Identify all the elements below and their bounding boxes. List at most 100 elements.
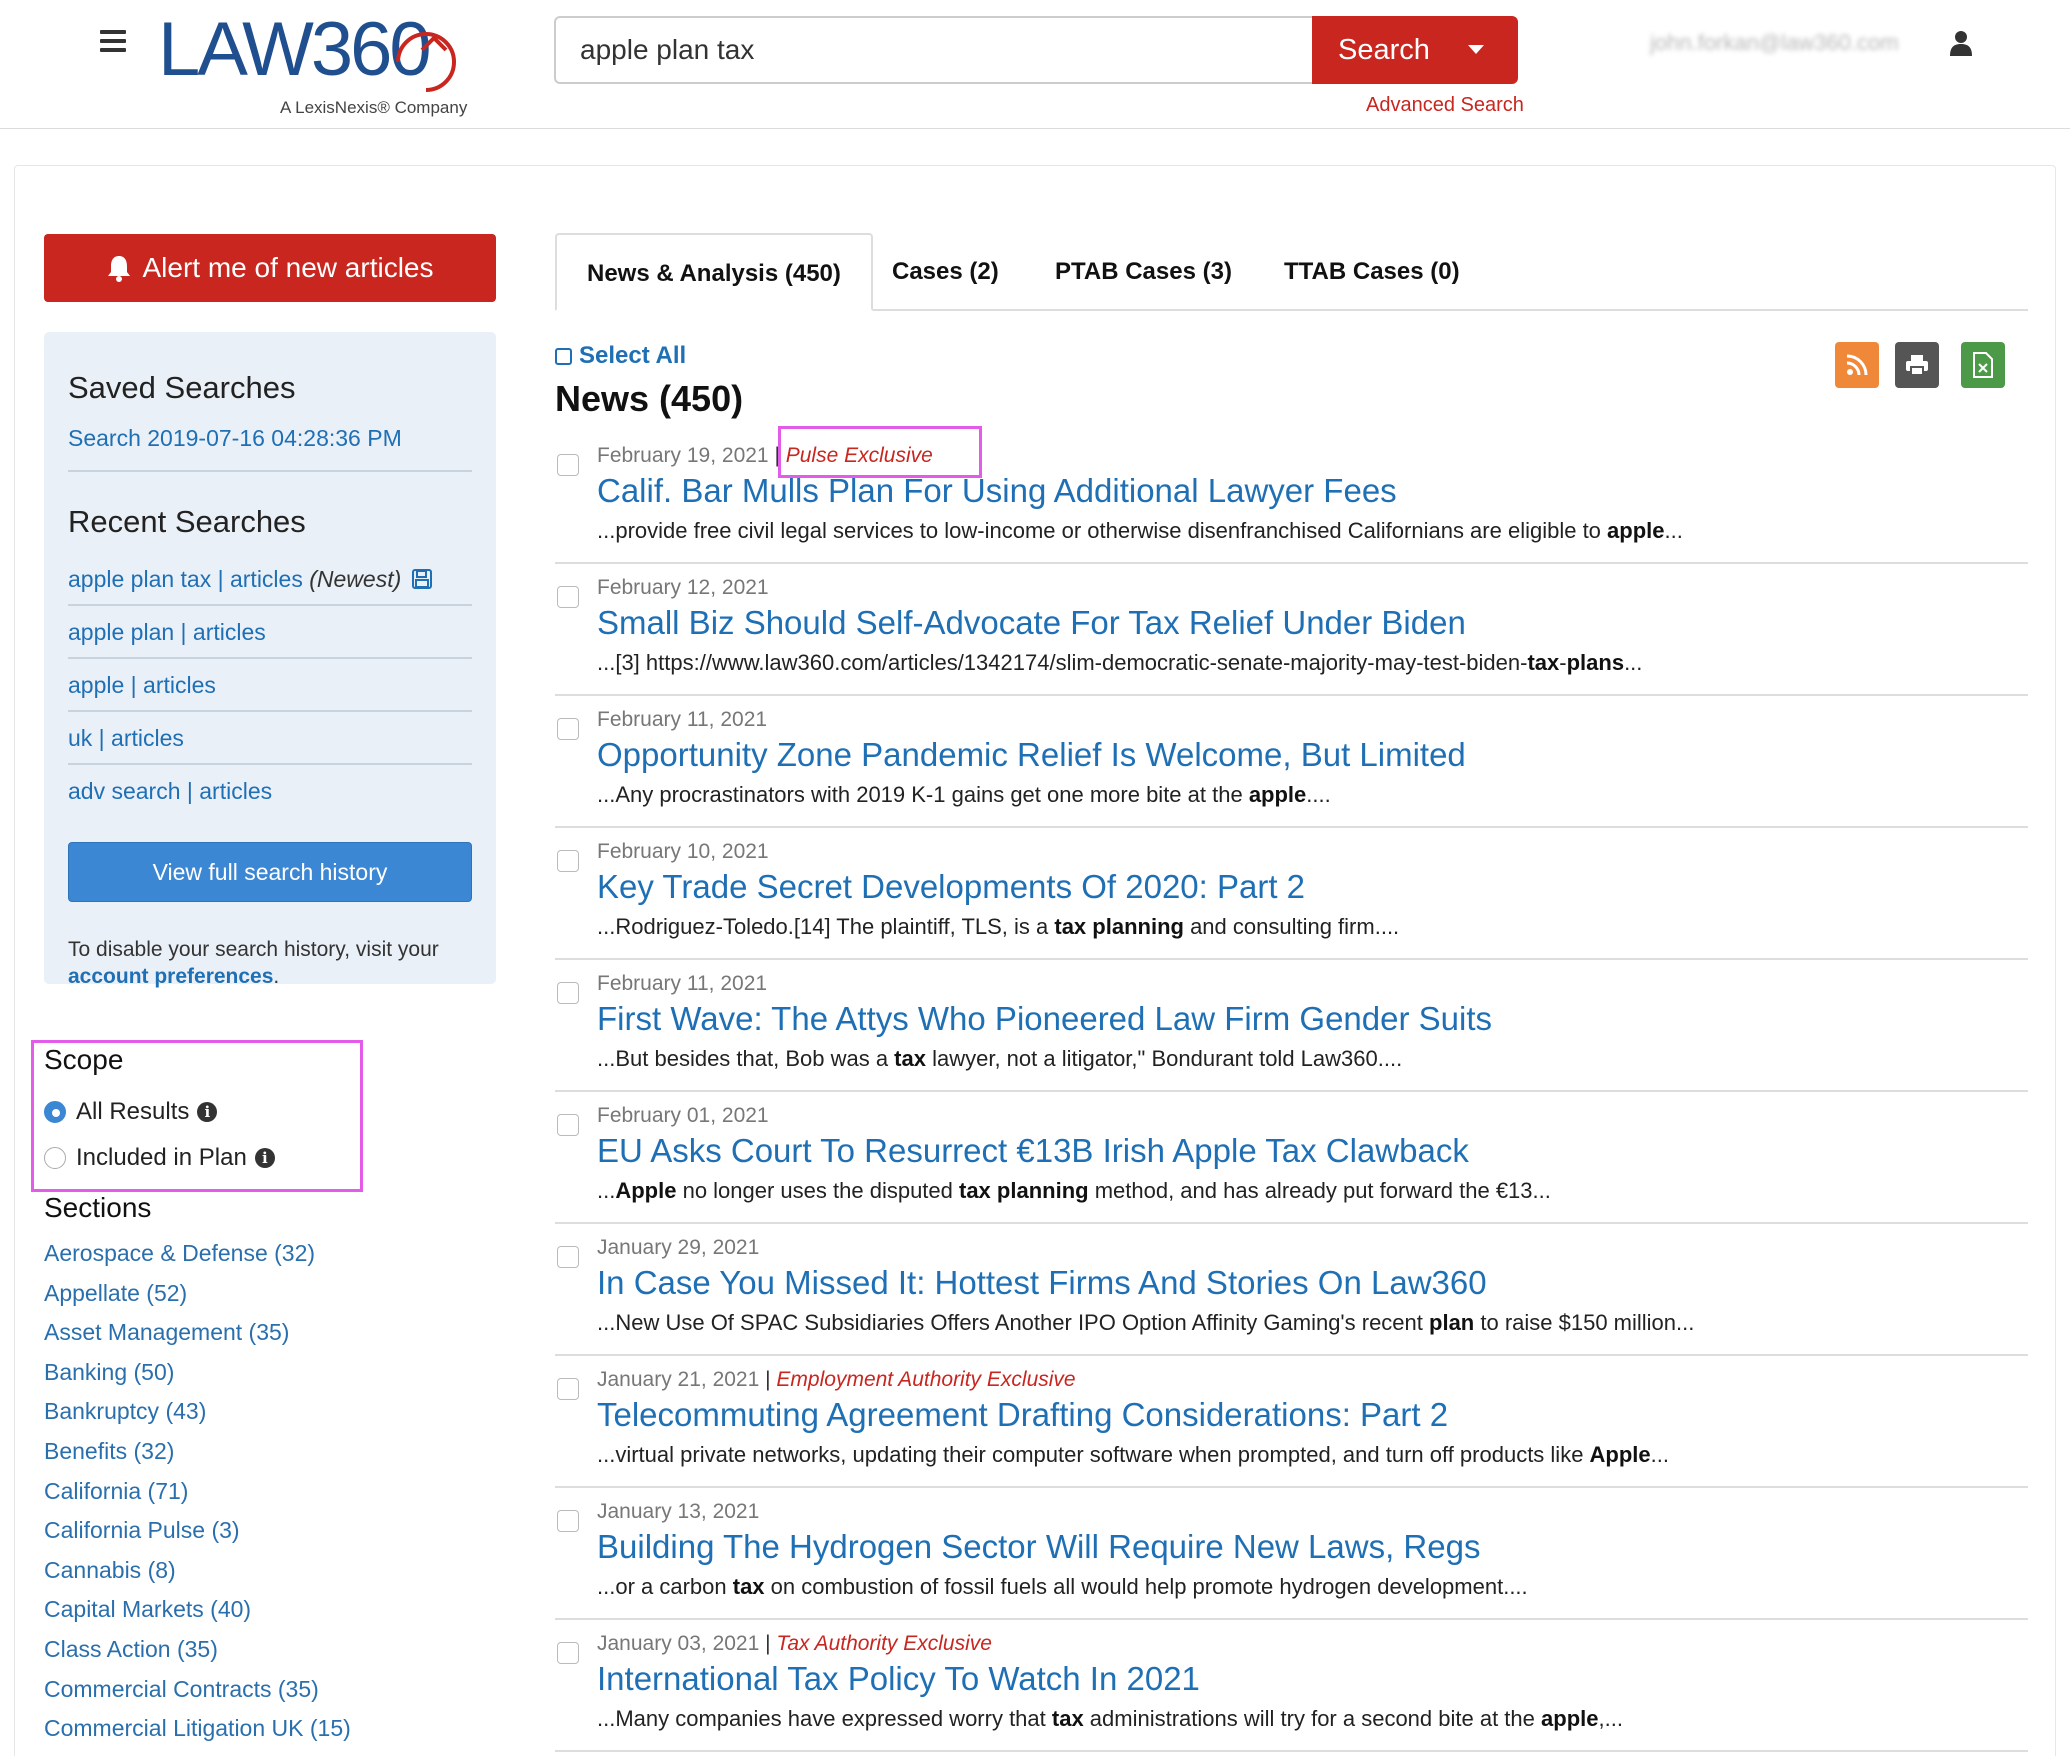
- result-checkbox[interactable]: [557, 982, 579, 1004]
- exclusive-label[interactable]: Tax Authority Exclusive: [776, 1632, 992, 1655]
- recent-search-item[interactable]: adv search | articles: [68, 765, 472, 818]
- chevron-down-icon[interactable]: [1468, 45, 1484, 54]
- account-preferences-link[interactable]: account preferences: [68, 965, 273, 988]
- view-history-button[interactable]: View full search history: [68, 842, 472, 902]
- save-icon[interactable]: [411, 569, 432, 589]
- result-meta: February 11, 2021: [597, 972, 767, 996]
- select-all-checkbox[interactable]: Select All: [555, 342, 686, 370]
- snippet-text: on combustion of fossil fuels all would …: [764, 1574, 1528, 1599]
- search-button[interactable]: Search: [1312, 16, 1518, 84]
- section-link[interactable]: Commercial Contracts (35): [44, 1672, 351, 1712]
- saved-search-item[interactable]: Search 2019-07-16 04:28:36 PM: [68, 425, 472, 472]
- result-title-link[interactable]: First Wave: The Attys Who Pioneered Law …: [597, 1000, 1492, 1038]
- result-snippet: ...or a carbon tax on combustion of foss…: [597, 1574, 1528, 1600]
- recent-search-item[interactable]: uk | articles: [68, 712, 472, 765]
- snippet-match: tax: [1054, 914, 1087, 939]
- radio-unchecked-icon[interactable]: [44, 1147, 66, 1169]
- recent-search-item[interactable]: apple | articles: [68, 659, 472, 712]
- snippet-match: Apple: [1589, 1442, 1651, 1467]
- result-item: February 11, 2021 Opportunity Zone Pandem…: [555, 696, 2028, 828]
- tab-ttab-cases[interactable]: TTAB Cases (0): [1284, 233, 1460, 311]
- info-icon[interactable]: i: [197, 1102, 218, 1122]
- tab-ptab-cases[interactable]: PTAB Cases (3): [1055, 233, 1232, 311]
- result-title-link[interactable]: Opportunity Zone Pandemic Relief Is Welc…: [597, 736, 1466, 774]
- radio-checked-icon[interactable]: [44, 1101, 66, 1123]
- result-snippet: ...Rodriguez-Toledo.[14] The plaintiff, …: [597, 914, 1399, 940]
- recent-search-item[interactable]: apple plan | articles: [68, 606, 472, 659]
- result-item: January 03, 2021 | Tax Authority Exclusi…: [555, 1620, 2028, 1752]
- result-checkbox[interactable]: [557, 586, 579, 608]
- news-heading: News (450): [555, 378, 744, 419]
- result-meta: February 01, 2021: [597, 1104, 769, 1128]
- result-title-link[interactable]: International Tax Policy To Watch In 202…: [597, 1660, 1200, 1698]
- result-checkbox[interactable]: [557, 1114, 579, 1136]
- law360-logo[interactable]: LAW360 A LexisNexis® Company: [158, 6, 478, 124]
- section-link[interactable]: California Pulse (3): [44, 1513, 351, 1553]
- result-title-link[interactable]: Calif. Bar Mulls Plan For Using Addition…: [597, 472, 1397, 510]
- checkbox-icon[interactable]: [555, 347, 572, 365]
- disable-history-note: To disable your search history, visit yo…: [68, 936, 472, 990]
- section-link[interactable]: Bankruptcy (43): [44, 1394, 351, 1434]
- alert-me-button[interactable]: Alert me of new articles: [44, 234, 496, 302]
- snippet-text: ....: [1306, 782, 1331, 807]
- result-title-link[interactable]: Building The Hydrogen Sector Will Requir…: [597, 1528, 1480, 1566]
- result-checkbox[interactable]: [557, 1642, 579, 1664]
- section-link[interactable]: Asset Management (35): [44, 1315, 351, 1355]
- result-title-link[interactable]: Telecommuting Agreement Drafting Conside…: [597, 1396, 1448, 1434]
- snippet-match: planning: [1092, 914, 1184, 939]
- result-title-link[interactable]: Small Biz Should Self-Advocate For Tax R…: [597, 604, 1466, 642]
- tab-news-analysis[interactable]: News & Analysis (450): [555, 233, 873, 311]
- user-email[interactable]: john.forkan@law360.com: [1650, 30, 1899, 56]
- result-meta: January 29, 2021: [597, 1236, 759, 1260]
- print-button[interactable]: [1895, 342, 1939, 388]
- result-checkbox[interactable]: [557, 1510, 579, 1532]
- result-title-link[interactable]: EU Asks Court To Resurrect €13B Irish Ap…: [597, 1132, 1469, 1170]
- result-tabs: News & Analysis (450) Cases (2) PTAB Cas…: [555, 233, 2028, 311]
- result-snippet: ...But besides that, Bob was a tax lawye…: [597, 1046, 1402, 1072]
- advanced-search-link[interactable]: Advanced Search: [1366, 94, 1524, 117]
- newest-label: (Newest): [309, 566, 402, 592]
- snippet-match: tax: [1527, 650, 1560, 675]
- result-snippet: ...Many companies have expressed worry t…: [597, 1706, 1623, 1732]
- snippet-text: ...Many companies have expressed worry t…: [597, 1706, 1052, 1731]
- snippet-text: and consulting firm....: [1183, 914, 1400, 939]
- snippet-text: no longer uses the disputed: [676, 1178, 959, 1203]
- section-link[interactable]: Capital Markets (40): [44, 1592, 351, 1632]
- section-link[interactable]: Cannabis (8): [44, 1553, 351, 1593]
- result-date: January 13, 2021: [597, 1500, 760, 1523]
- menu-icon[interactable]: [100, 30, 126, 52]
- recent-search-item[interactable]: apple plan tax | articles (Newest): [68, 553, 472, 606]
- tab-cases[interactable]: Cases (2): [892, 233, 999, 311]
- select-all-label: Select All: [579, 342, 687, 369]
- info-icon[interactable]: i: [254, 1148, 275, 1168]
- section-link[interactable]: California (71): [44, 1474, 351, 1514]
- section-link[interactable]: Class Action (35): [44, 1632, 351, 1672]
- result-date: January 29, 2021: [597, 1236, 760, 1259]
- section-link[interactable]: Commercial Litigation UK (15): [44, 1711, 351, 1751]
- search-input[interactable]: [554, 16, 1314, 84]
- result-checkbox[interactable]: [557, 1246, 579, 1268]
- scope-all-results[interactable]: All Results i: [44, 1096, 218, 1128]
- disable-note-text: To disable your search history, visit yo…: [68, 938, 439, 961]
- exclusive-label[interactable]: Employment Authority Exclusive: [776, 1368, 1075, 1391]
- excel-export-button[interactable]: [1961, 342, 2005, 388]
- snippet-text: ,...: [1598, 1706, 1623, 1731]
- result-checkbox[interactable]: [557, 718, 579, 740]
- snippet-text: ...provide free civil legal services to …: [597, 518, 1608, 543]
- saved-searches-panel: Saved Searches Search 2019-07-16 04:28:3…: [44, 332, 496, 988]
- result-checkbox[interactable]: [557, 850, 579, 872]
- section-link[interactable]: Aerospace & Defense (32): [44, 1236, 351, 1276]
- result-snippet: ...New Use Of SPAC Subsidiaries Offers A…: [597, 1310, 1694, 1336]
- result-checkbox[interactable]: [557, 454, 579, 476]
- section-link[interactable]: Banking (50): [44, 1355, 351, 1395]
- result-title-link[interactable]: Key Trade Secret Developments Of 2020: P…: [597, 868, 1305, 906]
- section-link[interactable]: Appellate (52): [44, 1276, 351, 1316]
- result-title-link[interactable]: In Case You Missed It: Hottest Firms And…: [597, 1264, 1487, 1302]
- user-icon[interactable]: [1950, 30, 1972, 56]
- section-link[interactable]: Benefits (32): [44, 1434, 351, 1474]
- scope-included-in-plan[interactable]: Included in Plan i: [44, 1142, 275, 1174]
- result-checkbox[interactable]: [557, 1378, 579, 1400]
- saved-searches-heading: Saved Searches: [68, 370, 296, 405]
- rss-button[interactable]: [1835, 342, 1879, 388]
- result-meta: February 12, 2021: [597, 576, 769, 600]
